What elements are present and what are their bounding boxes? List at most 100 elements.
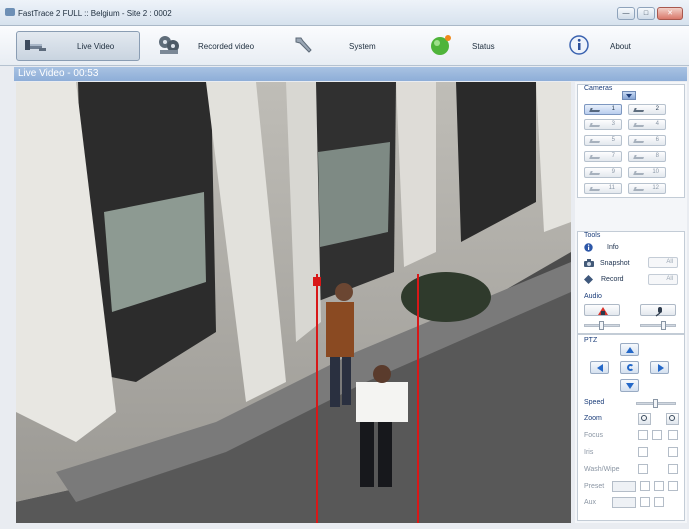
zoom-in-button[interactable]	[666, 413, 679, 425]
record-tool[interactable]: Record	[584, 275, 624, 284]
nav-status[interactable]: Status	[430, 31, 495, 61]
camera-icon	[589, 171, 601, 175]
camera-button-9[interactable]: 9	[584, 167, 622, 178]
camera-button-label: 8	[655, 153, 659, 159]
mic-volume-slider[interactable]	[640, 321, 676, 330]
camera-icon	[633, 139, 645, 143]
camera-button-4[interactable]: 4	[628, 119, 666, 130]
wash-button[interactable]	[638, 464, 648, 474]
camera-button-label: 4	[655, 121, 659, 127]
audio-group: Audio	[577, 292, 685, 334]
camera-button-label: 1	[611, 106, 615, 112]
camera-button-6[interactable]: 6	[628, 135, 666, 146]
record-all-button[interactable]: All	[648, 274, 678, 285]
preset-go-button[interactable]	[640, 481, 650, 491]
preset-set-button[interactable]	[654, 481, 664, 491]
ptz-title: PTZ	[584, 337, 598, 344]
camera-icon	[589, 139, 601, 143]
camera-icon	[633, 187, 645, 191]
camera-button-3[interactable]: 3	[584, 119, 622, 130]
snapshot-tool[interactable]: Snapshot	[584, 259, 630, 267]
nav-system[interactable]: System	[293, 31, 376, 61]
camera-layout-dropdown[interactable]	[622, 91, 636, 100]
minimize-button[interactable]: —	[617, 7, 635, 20]
zoom-out-button[interactable]	[638, 413, 651, 425]
focus-near-button[interactable]	[652, 430, 662, 440]
nav-about[interactable]: About	[568, 31, 631, 61]
preset-label: Preset	[584, 483, 605, 490]
camera-icon	[633, 123, 645, 127]
ptz-home-button[interactable]	[620, 361, 639, 374]
speaker-button[interactable]	[584, 304, 620, 316]
camera-button-label: 6	[655, 137, 659, 143]
camera-icon	[589, 187, 601, 191]
tools-title: Tools	[584, 232, 601, 239]
camera-image	[16, 82, 571, 523]
preset-clear-button[interactable]	[668, 481, 678, 491]
nav-status-label: Status	[472, 41, 495, 51]
focus-far-button[interactable]	[668, 430, 678, 440]
camera-button-10[interactable]: 10	[628, 167, 666, 178]
speaker-volume-slider[interactable]	[584, 321, 620, 330]
iris-auto-checkbox[interactable]	[638, 447, 648, 457]
arrow-down-icon	[626, 383, 634, 389]
focus-label: Focus	[584, 432, 604, 439]
iris-adjust-button[interactable]	[668, 447, 678, 457]
app-icon	[5, 8, 15, 16]
slider-thumb[interactable]	[599, 321, 604, 330]
focus-auto-checkbox[interactable]	[638, 430, 648, 440]
camera-button-label: 9	[611, 169, 615, 175]
microphone-icon	[655, 307, 662, 317]
nav-live-video[interactable]: Live Video	[16, 31, 140, 61]
camera-button-8[interactable]: 8	[628, 151, 666, 162]
camera-button-7[interactable]: 7	[584, 151, 622, 162]
snapshot-camera-icon	[584, 259, 594, 267]
camera-button-label: 12	[652, 185, 659, 191]
slider-thumb[interactable]	[653, 399, 658, 408]
wipe-button[interactable]	[668, 464, 678, 474]
camera-icon	[633, 171, 645, 175]
camera-button-1[interactable]: 1	[584, 104, 622, 115]
camera-button-12[interactable]: 12	[628, 183, 666, 194]
camera-button-label: 2	[655, 106, 659, 112]
slider-thumb[interactable]	[661, 321, 666, 330]
info-label: Info	[607, 244, 619, 251]
info-tool[interactable]: Info	[584, 243, 619, 252]
iris-label: Iris	[584, 449, 594, 456]
nav-recorded-video[interactable]: Recorded video	[158, 31, 254, 61]
ptz-down-button[interactable]	[620, 379, 639, 392]
nav-about-label: About	[610, 41, 631, 51]
camera-button-2[interactable]: 2	[628, 104, 666, 115]
zoom-label: Zoom	[584, 415, 602, 422]
live-video-feed[interactable]	[16, 82, 571, 523]
camera-button-label: 7	[611, 153, 615, 159]
record-icon	[584, 275, 593, 284]
nav-recorded-video-label: Recorded video	[198, 41, 255, 51]
refresh-icon	[627, 364, 634, 371]
close-button[interactable]: ✕	[657, 7, 683, 20]
camera-icon	[589, 155, 601, 159]
status-globe-icon	[430, 34, 452, 58]
camera-button-11[interactable]: 11	[584, 183, 622, 194]
ptz-left-button[interactable]	[590, 361, 609, 374]
camera-button-label: 3	[611, 121, 615, 127]
preset-field[interactable]	[612, 481, 636, 492]
magnifier-icon	[669, 415, 675, 421]
wash-wipe-label: Wash/Wipe	[584, 466, 620, 473]
aux-on-button[interactable]	[640, 497, 650, 507]
ptz-up-button[interactable]	[620, 343, 639, 356]
camera-icon	[589, 123, 601, 127]
snapshot-all-button[interactable]: All	[648, 257, 678, 268]
arrow-up-icon	[626, 347, 634, 353]
ptz-right-button[interactable]	[650, 361, 669, 374]
aux-field[interactable]	[612, 497, 636, 508]
maximize-button[interactable]: □	[637, 7, 655, 20]
microphone-button[interactable]	[640, 304, 676, 317]
window-controls: — □ ✕	[617, 7, 683, 20]
info-icon	[568, 34, 590, 58]
aux-off-button[interactable]	[654, 497, 664, 507]
ptz-speed-slider[interactable]	[636, 399, 676, 408]
chevron-down-icon	[626, 94, 632, 98]
camera-button-5[interactable]: 5	[584, 135, 622, 146]
tools-group: Tools Info Snapshot All Record All	[577, 231, 685, 293]
